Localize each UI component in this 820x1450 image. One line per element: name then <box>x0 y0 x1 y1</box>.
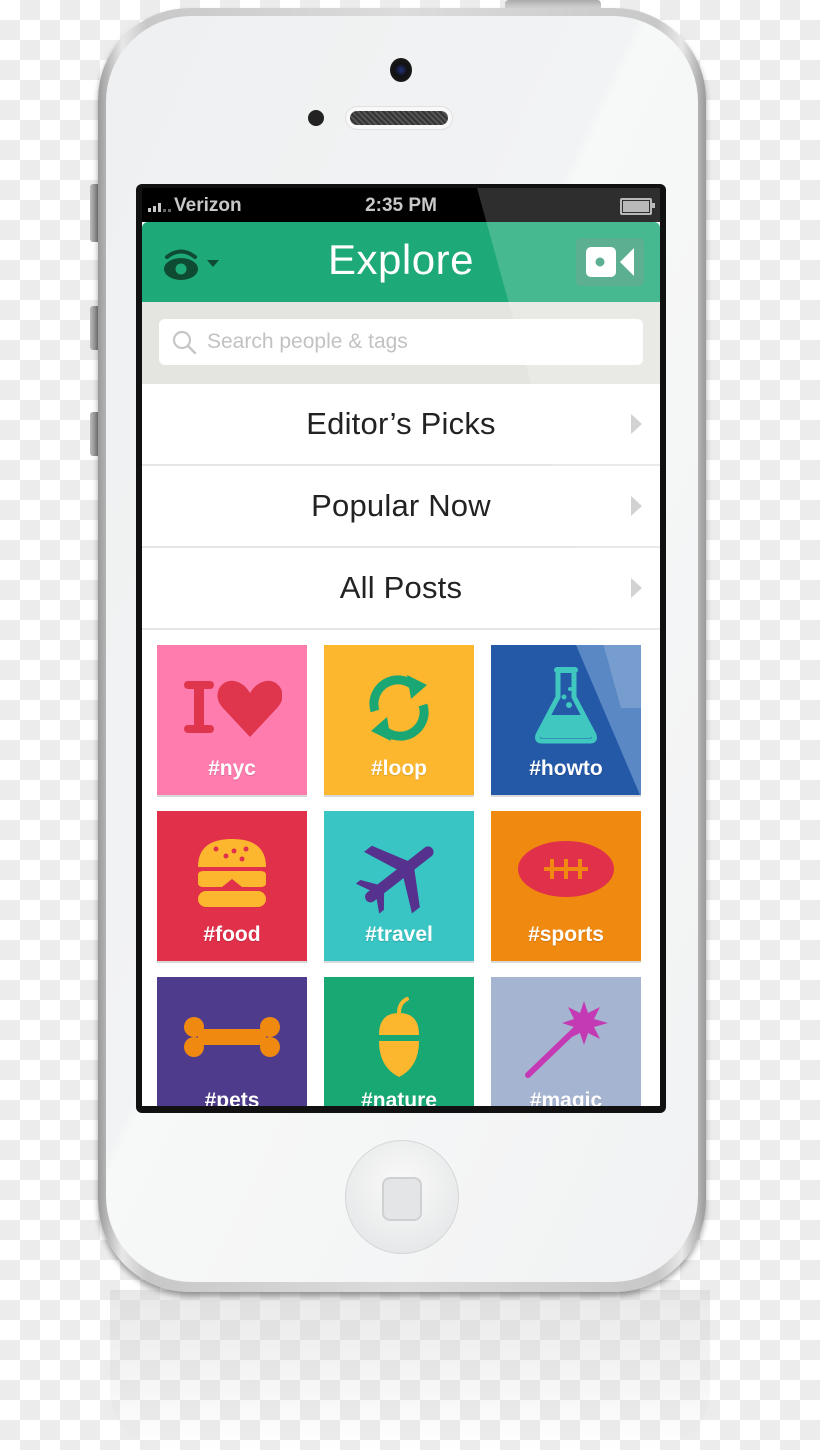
front-camera <box>390 58 412 82</box>
menu-item-label: Popular Now <box>311 488 491 523</box>
loop-arrows-icon <box>369 675 429 741</box>
channel-tile-pets[interactable]: #pets <box>157 977 307 1106</box>
acorn-icon <box>379 997 419 1077</box>
home-button[interactable] <box>345 1140 459 1254</box>
search-bar-container <box>142 302 660 384</box>
football-icon <box>518 841 614 897</box>
bone-icon <box>184 1017 280 1057</box>
nav-bar: Explore <box>142 222 660 302</box>
status-bar: Verizon 2:35 PM <box>142 188 660 222</box>
phone-screen: Verizon 2:35 PM Explore Search people & … <box>136 184 666 1113</box>
channel-label: #magic <box>529 1089 603 1106</box>
channel-tile-magic[interactable]: #magic <box>491 977 641 1106</box>
chevron-right-icon <box>631 578 642 598</box>
channel-label: #travel <box>365 923 433 946</box>
channel-label: #pets <box>204 1089 260 1106</box>
battery-full-icon <box>620 198 655 215</box>
menu-item-label: Editor’s Picks <box>306 406 496 441</box>
menu-item-all-posts[interactable]: All Posts <box>142 548 660 630</box>
home-square-icon <box>382 1177 422 1221</box>
channel-tile-sports[interactable]: #sports <box>491 811 641 961</box>
channel-label: #food <box>203 923 261 946</box>
channel-tile-nature[interactable]: #nature <box>324 977 474 1106</box>
channel-label: #nyc <box>208 757 256 780</box>
earpiece-speaker <box>345 106 453 130</box>
menu-item-label: All Posts <box>339 570 463 605</box>
channel-grid: #nyc #loop #howto #food #travel #sports … <box>157 645 643 1106</box>
channel-label: #loop <box>371 757 427 780</box>
explore-menu: Editor’s Picks Popular Now All Posts <box>142 384 660 630</box>
search-icon <box>172 330 197 355</box>
channel-label: #howto <box>529 757 603 780</box>
airplane-icon <box>355 845 434 914</box>
channel-tile-nyc[interactable]: #nyc <box>157 645 307 795</box>
video-camera-icon <box>586 247 634 277</box>
menu-item-popular-now[interactable]: Popular Now <box>142 466 660 548</box>
channel-tile-loop[interactable]: #loop <box>324 645 474 795</box>
flask-icon <box>535 667 597 744</box>
search-box[interactable] <box>159 319 643 365</box>
channel-tile-food[interactable]: #food <box>157 811 307 961</box>
channel-tile-howto[interactable]: #howto <box>491 645 641 795</box>
record-video-button[interactable] <box>576 238 644 286</box>
channel-label: #sports <box>528 923 604 946</box>
phone-reflection <box>110 1290 710 1450</box>
status-time: 2:35 PM <box>365 195 437 216</box>
app-screen: Verizon 2:35 PM Explore Search people & … <box>142 188 660 1106</box>
menu-item-editors-picks[interactable]: Editor’s Picks <box>142 384 660 466</box>
magic-wand-icon <box>525 1001 608 1078</box>
channel-label: #nature <box>361 1089 437 1106</box>
chevron-right-icon <box>631 496 642 516</box>
proximity-sensor <box>308 110 324 126</box>
channel-tile-travel[interactable]: #travel <box>324 811 474 961</box>
search-input[interactable] <box>205 329 643 355</box>
chevron-right-icon <box>631 414 642 434</box>
burger-icon <box>198 839 266 907</box>
i-heart-icon <box>184 680 282 737</box>
